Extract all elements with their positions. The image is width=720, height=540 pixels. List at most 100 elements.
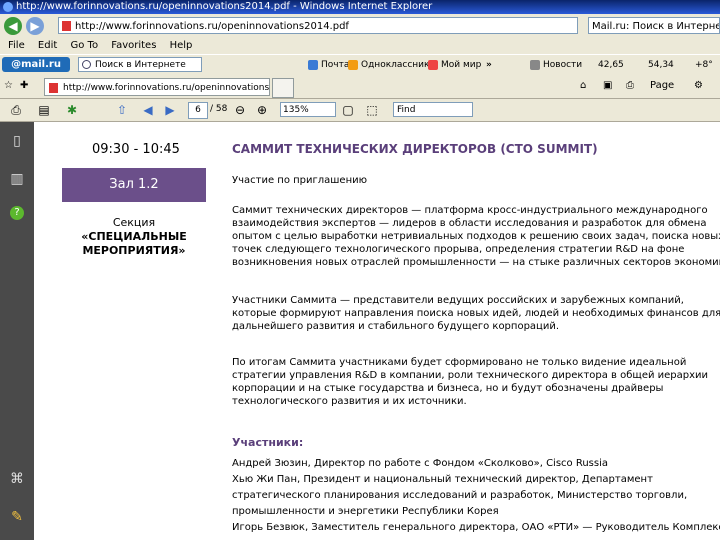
pdf-document-page: 09:30 - 10:45 Зал 1.2 Секция «СПЕЦИАЛЬНЫ… [34,122,720,540]
menu-goto[interactable]: Go To [70,40,98,51]
mail-item-ok[interactable]: Одноклассники [348,55,435,75]
mail-logo[interactable]: @mail.ru [2,57,70,72]
paragraph-intro: Саммит технических директоров — платформ… [232,204,720,269]
window-title-bar: http://www.forinnovations.ru/openinnovat… [0,0,720,14]
participants-heading: Участники: [232,436,304,449]
ie-logo-icon [3,2,13,12]
participants-list: Андрей Зюзин, Директор по работе с Фондо… [232,456,720,536]
participant-line: Игорь Безвюк, Заместитель генерального д… [232,522,720,533]
participant-line: Андрей Зюзин, Директор по работе с Фондо… [232,458,609,469]
pdf-tab-icon [49,83,58,93]
address-row: ◀ ▶ http://www.forinnovations.ru/openinn… [0,14,720,39]
mail-search-input[interactable]: Поиск в Интернете [78,57,202,72]
envelope-icon [308,59,318,70]
session-time: 09:30 - 10:45 [92,142,180,157]
forward-icon[interactable]: ▶ [26,17,44,35]
find-input[interactable]: Find [393,102,473,117]
text-line: дальнейшего развития и стабильного будущ… [232,321,560,332]
paragraph-participants: Участники Саммита — представители ведущи… [232,294,720,333]
text-line: Участники Саммита — представители ведущи… [232,295,684,306]
menu-help[interactable]: Help [170,40,193,51]
mail-item-inbox[interactable]: Почта [308,55,349,75]
text-line: возникновения новых отраслей промышленно… [232,257,720,268]
text-line: взаимодействия экспертов — лидеров в обл… [232,218,707,229]
participant-line: стратегического планирования исследовани… [232,490,688,501]
text-line: которые формируют направления поиска нов… [232,308,720,319]
zoom-select[interactable]: 135% [280,102,336,117]
attachments-icon[interactable]: ▥ [8,170,26,188]
text-line: стратегии управления R&D в компании, рол… [232,370,709,381]
pdf-navigation-panel: ▯ ▥ ? ⌘ ✎ [0,122,34,540]
address-bar[interactable]: http://www.forinnovations.ru/openinnovat… [58,17,578,34]
mail-item-inbox-label: Почта [321,60,350,70]
menu-bar: File Edit Go To Favorites Help [0,38,720,54]
mail-item-myworld-label: Мой мир [441,60,482,70]
text-line: корпорации и на стыке государства и бизн… [232,383,664,394]
help-icon[interactable]: ? [10,206,24,220]
acrobat-tools-icon[interactable]: ✱ [64,102,80,118]
back-icon[interactable]: ◀ [4,17,22,35]
text-line: Саммит технических директоров — платформ… [232,205,708,216]
add-favorite-icon[interactable]: ✚ [20,80,28,91]
text-line: опытом с целью выработки нетривиальных п… [232,231,720,242]
print-small-icon[interactable]: ⎙ [626,80,634,91]
mail-item-ok-label: Одноклассники [361,60,436,70]
mail-more-chevron[interactable]: » [486,55,492,75]
tab-pdf[interactable]: http://www.forinnovations.ru/openinnovat… [44,78,270,96]
invite-line: Участие по приглашению [232,175,368,186]
participant-line: Хью Жи Пан, Президент и национальный тех… [232,474,653,485]
mail-item-usd[interactable]: 42,65 [598,55,624,75]
section-block: Секция «СПЕЦИАЛЬНЫЕ МЕРОПРИЯТИЯ» [64,216,204,258]
mail-item-news[interactable]: Новости [530,55,582,75]
mail-item-myworld[interactable]: Мой мир [428,55,481,75]
odnoklassniki-icon [348,59,358,70]
page-total: / 58 [210,104,228,114]
mail-item-usd-label: 42,65 [598,60,624,70]
tab-pdf-label: http://www.forinnovations.ru/openinnovat… [63,83,270,93]
zoom-out-icon[interactable]: ⊖ [232,102,248,118]
new-tab-button[interactable] [272,78,294,98]
comments-icon[interactable]: ✎ [8,508,26,526]
web-search-box[interactable]: Mail.ru: Поиск в Интернете [588,17,720,34]
paragraph-results: По итогам Саммита участниками будет сфор… [232,356,720,408]
text-line: точек следующего технологического прорыв… [232,244,685,255]
fit-page-icon[interactable]: ▢ [340,102,356,118]
summit-title: САММИТ ТЕХНИЧЕСКИХ ДИРЕКТОРОВ (CTO SUMMI… [232,142,598,156]
previous-page-icon[interactable]: ◀ [140,102,156,118]
tab-row: ☆ ✚ http://www.forinnovations.ru/openinn… [0,75,720,99]
attachment-clip-icon[interactable]: ⌘ [8,470,26,488]
favorites-star-icon[interactable]: ☆ [4,80,13,91]
section-name: «СПЕЦИАЛЬНЫЕ МЕРОПРИЯТИЯ» [81,230,187,257]
text-line: По итогам Саммита участниками будет сфор… [232,357,687,368]
save-icon[interactable]: ▤ [36,102,52,118]
fit-width-icon[interactable]: ⬚ [364,102,380,118]
print-icon[interactable]: ⎙ [8,102,24,118]
menu-edit[interactable]: Edit [38,40,57,51]
pdf-page-icon [62,21,71,31]
address-text: http://www.forinnovations.ru/openinnovat… [75,21,349,32]
mail-search-placeholder: Поиск в Интернете [95,60,186,70]
mail-toolbar: @mail.ru Поиск в Интернете Почта Однокла… [0,54,720,76]
hall-badge: Зал 1.2 [62,168,206,202]
mail-item-news-label: Новости [543,60,583,70]
zoom-in-icon[interactable]: ⊕ [254,102,270,118]
page-menu[interactable]: Page [650,80,674,91]
home-icon[interactable]: ⌂ [580,80,586,91]
pages-icon[interactable]: ▯ [8,132,26,150]
page-number-input[interactable]: 6 [188,102,208,119]
web-search-text: Mail.ru: Поиск в Интернете [592,21,720,32]
window-title: http://www.forinnovations.ru/openinnovat… [16,1,433,12]
participant-line: промышленности и энергетики Республики К… [232,506,499,517]
feeds-icon[interactable]: ▣ [603,80,612,91]
mail-item-eur[interactable]: 54,34 [648,55,674,75]
mail-item-eur-label: 54,34 [648,60,674,70]
find-placeholder: Find [397,105,416,115]
tools-menu-icon[interactable]: ⚙ [694,80,703,91]
pdf-toolbar: ⎙ ▤ ✱ ⇧ ◀ ▶ 6 / 58 ⊖ ⊕ 135% ▢ ⬚ Find [0,99,720,122]
menu-favorites[interactable]: Favorites [111,40,156,51]
mail-item-weather[interactable]: +8° [695,55,713,75]
page-up-icon[interactable]: ⇧ [114,102,130,118]
next-page-icon[interactable]: ▶ [162,102,178,118]
menu-file[interactable]: File [8,40,25,51]
mail-item-weather-label: +8° [695,60,713,70]
